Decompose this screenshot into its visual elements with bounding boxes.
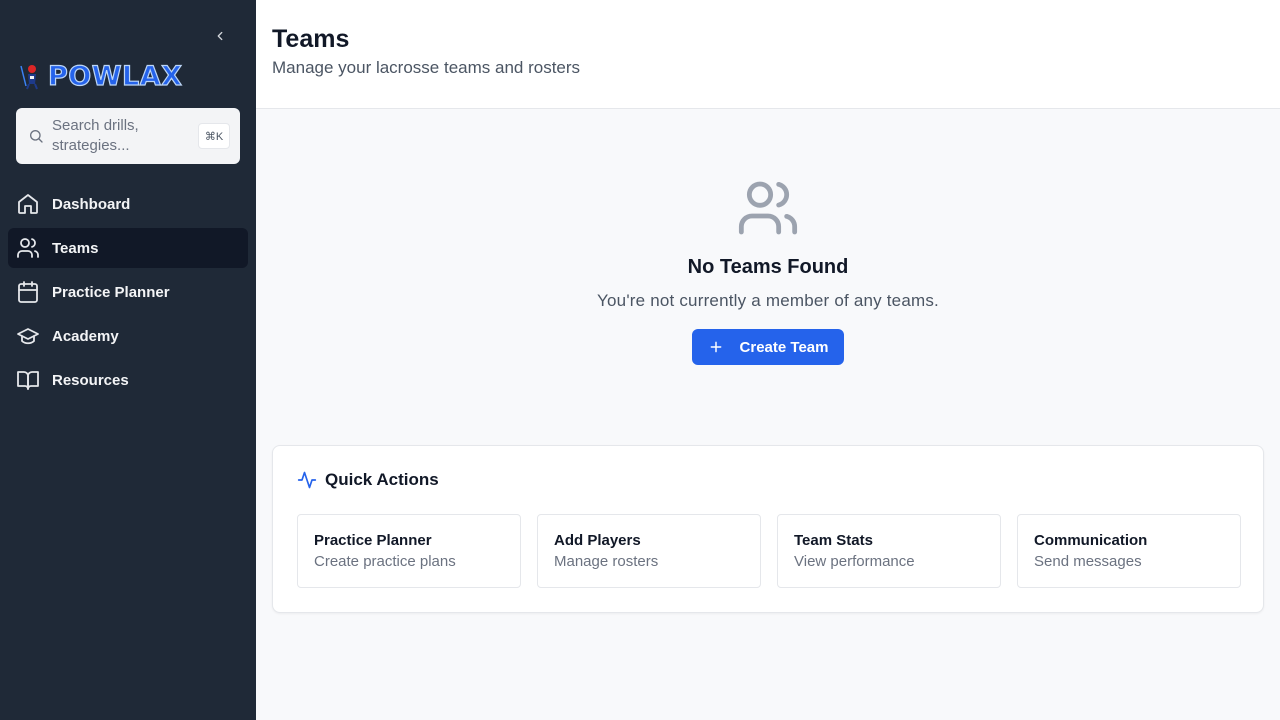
quick-action-title: Add Players bbox=[554, 532, 641, 549]
quick-actions-card: Quick Actions Practice Planner Create pr… bbox=[272, 445, 1264, 613]
calendar-icon bbox=[16, 280, 40, 304]
quick-action-subtitle: View performance bbox=[794, 553, 915, 570]
search-shortcut-badge: ⌘K bbox=[198, 123, 230, 149]
quick-action-practice-planner[interactable]: Practice Planner Create practice plans bbox=[297, 514, 521, 588]
quick-action-title: Team Stats bbox=[794, 532, 873, 549]
quick-action-title: Practice Planner bbox=[314, 532, 432, 549]
graduation-cap-icon bbox=[16, 324, 40, 348]
collapse-sidebar-button[interactable] bbox=[210, 26, 230, 46]
create-team-button[interactable]: Create Team bbox=[691, 329, 845, 365]
chevron-left-icon bbox=[217, 31, 223, 41]
empty-state-title: No Teams Found bbox=[687, 256, 849, 278]
page-subtitle: Manage your lacrosse teams and rosters bbox=[272, 58, 581, 77]
quick-action-subtitle: Send messages bbox=[1034, 553, 1142, 570]
sidebar-nav: Dashboard Teams Practice Planner Academy… bbox=[8, 184, 248, 404]
quick-actions-title: Quick Actions bbox=[325, 470, 439, 489]
book-open-icon bbox=[16, 368, 40, 392]
activity-icon bbox=[297, 470, 317, 490]
sidebar-item-resources[interactable]: Resources bbox=[8, 360, 248, 400]
brand-logo[interactable]: POWLAX bbox=[18, 60, 183, 92]
empty-state: No Teams Found You're not currently a me… bbox=[256, 176, 1280, 365]
sidebar-item-academy[interactable]: Academy bbox=[8, 316, 248, 356]
users-icon bbox=[736, 176, 800, 240]
sidebar-item-label: Academy bbox=[52, 327, 119, 345]
create-team-label: Create Team bbox=[739, 338, 829, 356]
home-icon bbox=[16, 192, 40, 216]
plus-icon bbox=[708, 339, 724, 355]
page-header: Teams Manage your lacrosse teams and ros… bbox=[256, 0, 1280, 109]
sidebar-item-label: Resources bbox=[52, 371, 129, 389]
quick-action-team-stats[interactable]: Team Stats View performance bbox=[777, 514, 1001, 588]
search-input[interactable]: Search drills, strategies... ⌘K bbox=[16, 108, 240, 164]
search-icon bbox=[28, 128, 44, 144]
empty-state-description: You're not currently a member of any tea… bbox=[597, 291, 939, 310]
sidebar-item-label: Teams bbox=[52, 239, 99, 257]
sidebar-item-teams[interactable]: Teams bbox=[8, 228, 248, 268]
page-title: Teams bbox=[272, 25, 350, 53]
quick-action-subtitle: Manage rosters bbox=[554, 553, 659, 570]
quick-action-subtitle: Create practice plans bbox=[314, 553, 456, 570]
quick-action-title: Communication bbox=[1034, 532, 1148, 549]
search-placeholder: Search drills, strategies... bbox=[52, 117, 139, 154]
quick-action-communication[interactable]: Communication Send messages bbox=[1017, 514, 1241, 588]
quick-actions-header: Quick Actions bbox=[297, 470, 439, 490]
quick-actions-grid: Practice Planner Create practice plans A… bbox=[297, 514, 1241, 588]
lacrosse-player-icon bbox=[20, 65, 38, 90]
sidebar-item-practice-planner[interactable]: Practice Planner bbox=[8, 272, 248, 312]
sidebar-item-label: Practice Planner bbox=[52, 283, 170, 301]
users-icon bbox=[16, 236, 40, 260]
sidebar: POWLAX Search drills, strategies... ⌘K D… bbox=[0, 0, 256, 720]
quick-action-add-players[interactable]: Add Players Manage rosters bbox=[537, 514, 761, 588]
sidebar-item-label: Dashboard bbox=[52, 195, 131, 213]
sidebar-item-dashboard[interactable]: Dashboard bbox=[8, 184, 248, 224]
brand-name: POWLAX bbox=[47, 60, 183, 92]
